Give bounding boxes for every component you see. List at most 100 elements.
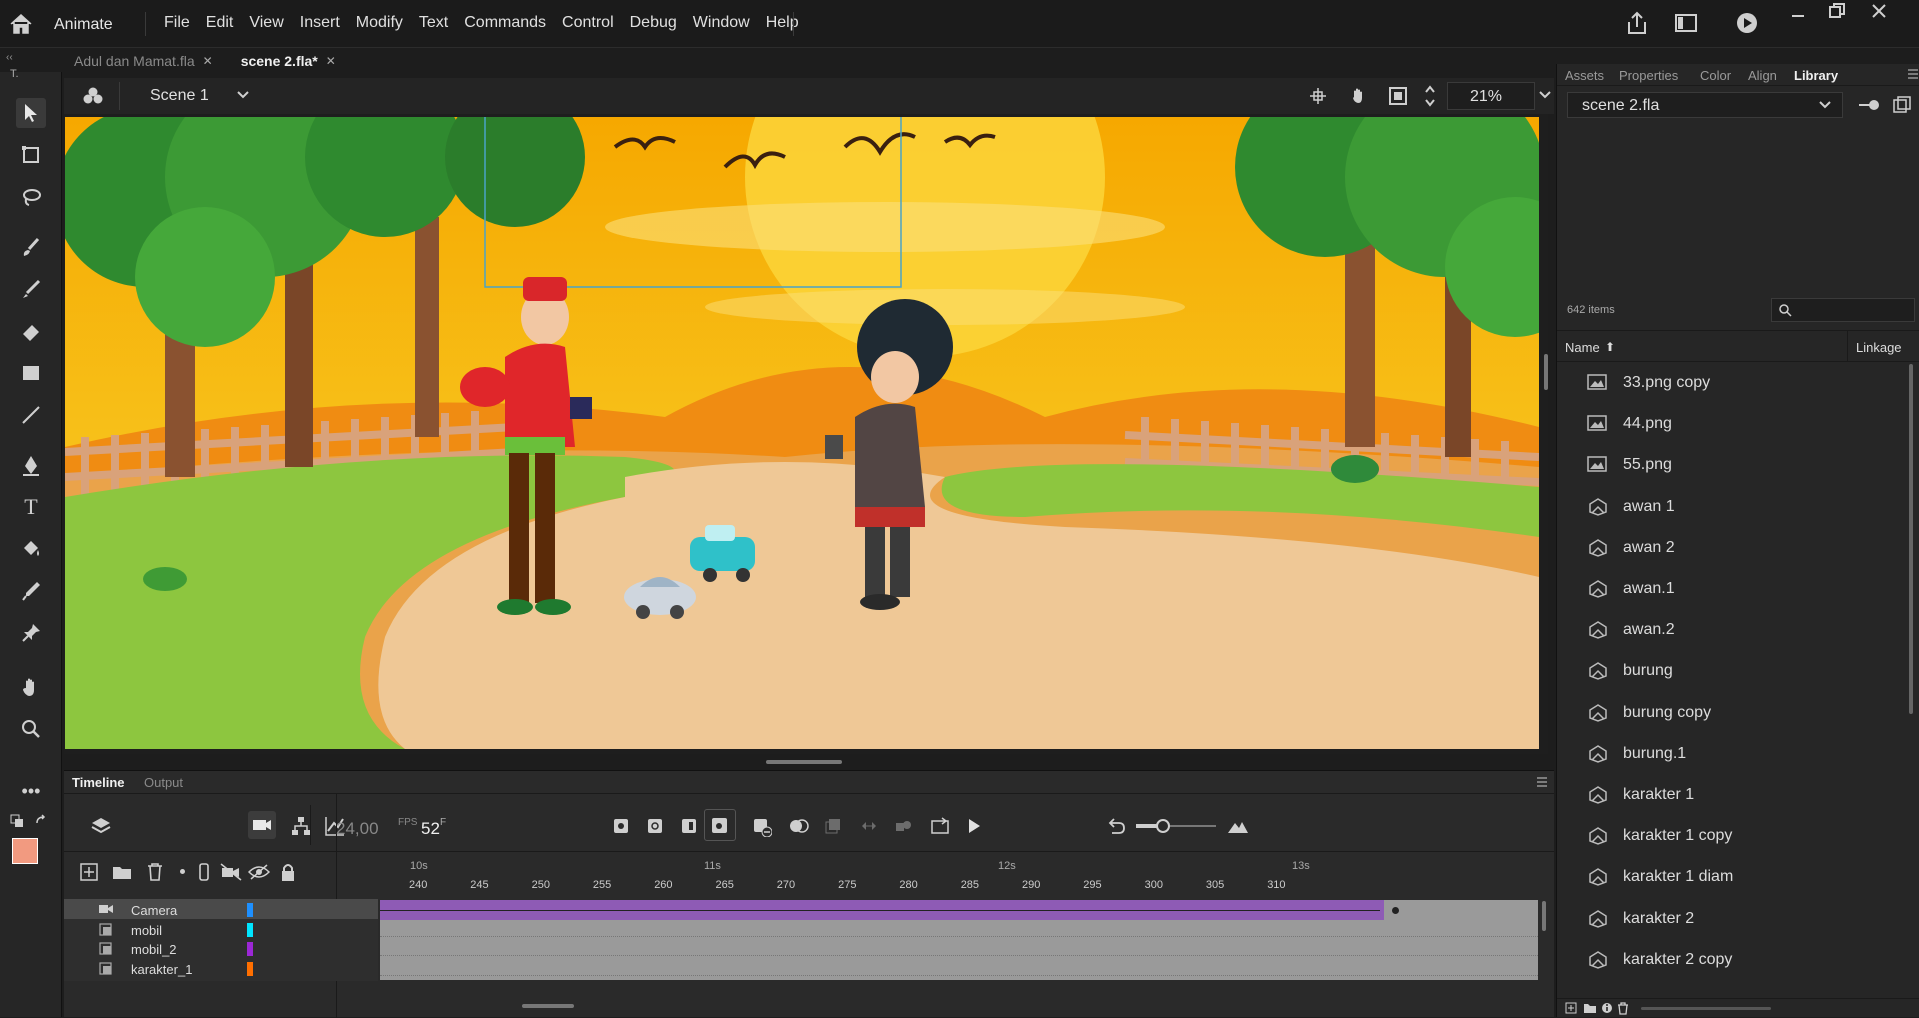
document-tab[interactable]: Adul dan Mamat.fla ✕	[60, 50, 227, 72]
layer-track[interactable]	[380, 900, 1538, 921]
library-scrollbar-v[interactable]	[1909, 364, 1913, 714]
layers-icon[interactable]	[90, 815, 112, 837]
close-tab-icon[interactable]: ✕	[203, 54, 213, 68]
current-frame[interactable]: 52	[421, 819, 440, 839]
edit-symbols-icon[interactable]	[82, 86, 104, 106]
document-tab[interactable]: scene 2.fla* ✕	[227, 50, 350, 72]
new-library-panel-icon[interactable]	[1893, 96, 1911, 114]
shape-tween-icon[interactable]	[894, 817, 912, 835]
insert-keyframe-icon[interactable]	[612, 817, 630, 835]
parenting-icon[interactable]	[290, 815, 312, 837]
stage-canvas[interactable]	[65, 117, 1539, 749]
library-item[interactable]: burung copy	[1587, 698, 1711, 728]
sort-arrow-icon[interactable]: ⬆	[1605, 340, 1615, 354]
chevron-down-icon[interactable]	[236, 90, 250, 100]
share-icon[interactable]	[1625, 10, 1649, 36]
library-file-dropdown[interactable]: scene 2.fla	[1567, 92, 1843, 118]
restore-icon[interactable]	[1828, 2, 1846, 20]
default-colors-icon[interactable]	[10, 814, 24, 828]
workspace-icon[interactable]	[1675, 14, 1697, 32]
panel-menu-icon[interactable]	[1536, 777, 1548, 787]
library-item[interactable]: awan.1	[1587, 574, 1675, 604]
brush-tool-icon[interactable]	[16, 274, 46, 304]
layer-track[interactable]	[380, 919, 1538, 941]
paint-brush-tool-icon[interactable]	[16, 232, 46, 262]
snap-icon[interactable]	[1309, 87, 1327, 105]
fit-frames-icon[interactable]	[1226, 817, 1250, 835]
library-item[interactable]: karakter 1 diam	[1587, 862, 1733, 892]
close-icon[interactable]	[1870, 2, 1888, 20]
menu-control[interactable]: Control	[554, 14, 622, 32]
highlight-layers-icon[interactable]	[180, 869, 185, 874]
library-item[interactable]: karakter 1	[1587, 780, 1694, 810]
delete-keyframe-icon[interactable]	[752, 817, 772, 837]
scene-name[interactable]: Scene 1	[150, 87, 209, 105]
zoom-tool-icon[interactable]	[16, 714, 46, 744]
tab-properties[interactable]: Properties	[1619, 68, 1678, 83]
menu-text[interactable]: Text	[411, 14, 456, 32]
layer-color-swatch[interactable]	[247, 903, 253, 917]
rotate-stage-icon[interactable]	[1349, 86, 1369, 106]
new-layer-icon[interactable]	[80, 863, 98, 881]
insert-frame-icon[interactable]	[680, 817, 698, 835]
swap-colors-icon[interactable]	[34, 814, 48, 828]
fps-value[interactable]: 24,00	[336, 819, 379, 839]
column-name[interactable]: Name	[1565, 340, 1600, 355]
stage-scrollbar-h[interactable]	[766, 760, 842, 764]
blank-keyframe-icon[interactable]	[646, 817, 664, 835]
hand-tool-icon[interactable]	[16, 672, 46, 702]
center-stage-icon[interactable]	[1424, 84, 1436, 108]
timeline-scrollbar-h[interactable]	[522, 1004, 574, 1008]
tab-assets[interactable]: Assets	[1565, 68, 1604, 83]
fill-color-swatch[interactable]	[12, 838, 38, 864]
tab-library[interactable]: Library	[1794, 68, 1838, 83]
layer-color-swatch[interactable]	[247, 942, 253, 956]
paint-bucket-tool-icon[interactable]	[16, 534, 46, 564]
library-item[interactable]: 33.png copy	[1587, 368, 1710, 398]
panel-collapse-icon[interactable]: ‹‹	[6, 52, 13, 63]
pin-tool-icon[interactable]	[16, 618, 46, 648]
camera-layer-icon[interactable]	[220, 863, 242, 881]
lasso-tool-icon[interactable]	[16, 182, 46, 212]
auto-keyframe-icon[interactable]	[704, 809, 736, 841]
menu-commands[interactable]: Commands	[456, 14, 554, 32]
new-folder-icon[interactable]	[1583, 1002, 1597, 1014]
panel-menu-icon[interactable]	[1907, 69, 1919, 79]
camera-icon[interactable]	[248, 811, 276, 839]
hide-layers-icon[interactable]	[248, 864, 270, 880]
selection-tool-icon[interactable]	[16, 98, 46, 128]
lock-icon[interactable]	[280, 862, 296, 882]
properties-icon[interactable]	[1601, 1002, 1613, 1014]
home-icon[interactable]	[8, 12, 34, 36]
timeline-scrollbar-v[interactable]	[1542, 901, 1546, 931]
eyedropper-tool-icon[interactable]	[16, 576, 46, 606]
undo-icon[interactable]	[1106, 817, 1126, 835]
tab-align[interactable]: Align	[1748, 68, 1777, 83]
library-item[interactable]: burung.1	[1587, 739, 1686, 769]
new-symbol-icon[interactable]	[1565, 1002, 1577, 1014]
library-item[interactable]: 55.png	[1587, 450, 1672, 480]
library-item[interactable]: awan 2	[1587, 533, 1675, 563]
menu-insert[interactable]: Insert	[292, 14, 348, 32]
library-item[interactable]: karakter 2	[1587, 904, 1694, 934]
chevron-down-icon[interactable]	[1538, 90, 1552, 100]
library-item[interactable]: awan.2	[1587, 615, 1675, 645]
menu-window[interactable]: Window	[685, 14, 758, 32]
menu-edit[interactable]: Edit	[198, 14, 242, 32]
text-tool-icon[interactable]: T	[16, 492, 46, 522]
layer-row[interactable]: karakter_1	[64, 957, 378, 981]
test-movie-icon[interactable]	[1736, 12, 1758, 34]
rectangle-tool-icon[interactable]	[16, 358, 46, 388]
edit-multiple-frames-icon[interactable]	[824, 817, 842, 835]
layer-color-swatch[interactable]	[247, 922, 253, 937]
menu-debug[interactable]: Debug	[622, 14, 685, 32]
tab-color[interactable]: Color	[1700, 68, 1731, 83]
column-linkage[interactable]: Linkage	[1856, 340, 1902, 355]
menu-help[interactable]: Help	[758, 14, 807, 32]
menu-modify[interactable]: Modify	[348, 14, 411, 32]
zoom-field[interactable]: 21%	[1447, 82, 1535, 110]
clip-stage-icon[interactable]	[1389, 87, 1407, 105]
menu-file[interactable]: File	[156, 14, 198, 32]
play-icon[interactable]	[966, 817, 982, 835]
tab-output[interactable]: Output	[144, 775, 183, 790]
